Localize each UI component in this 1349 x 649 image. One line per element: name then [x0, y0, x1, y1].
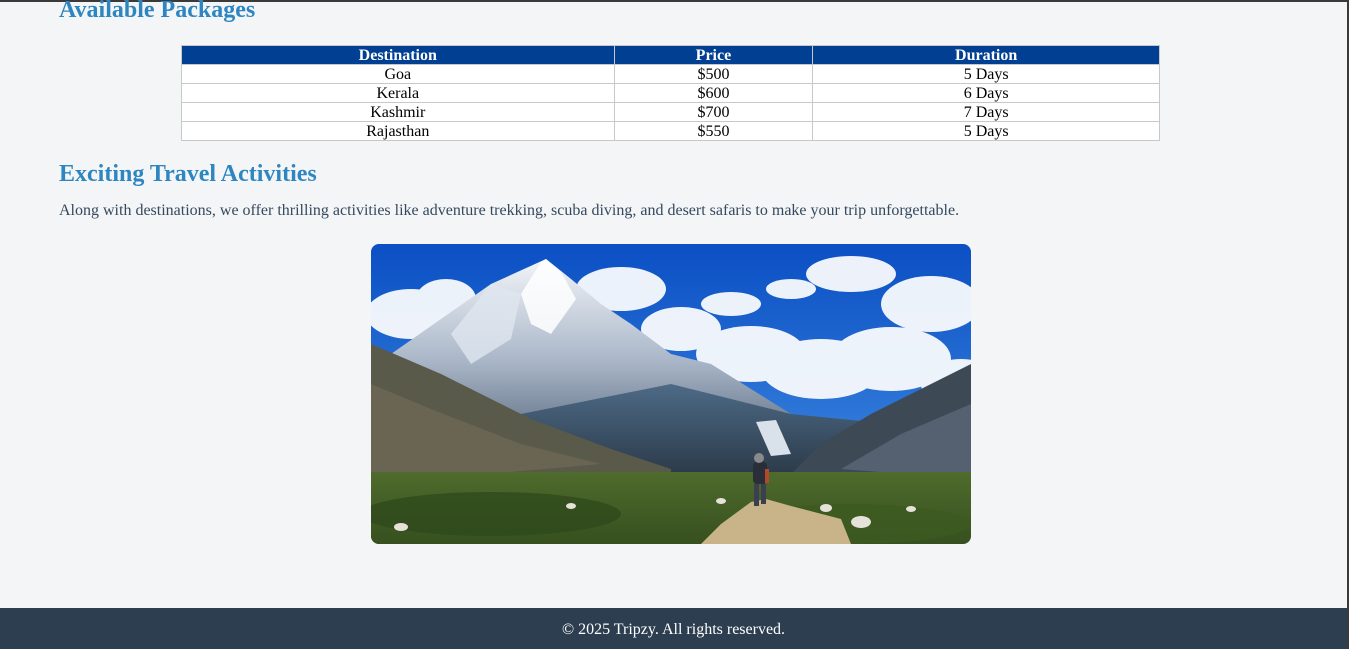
price-cell: $700 — [613, 102, 814, 122]
duration-cell: 6 Days — [812, 83, 1160, 103]
column-header-price: Price — [613, 45, 814, 65]
destination-cell: Goa — [181, 64, 615, 84]
packages-heading: Available Packages — [59, 0, 256, 23]
destination-cell: Rajasthan — [181, 121, 615, 141]
table-header-row: Destination Price Duration — [181, 45, 1160, 65]
copyright-text: © 2025 Tripzy. All rights reserved. — [561, 620, 786, 638]
destination-cell: Kerala — [181, 83, 615, 103]
site-footer: © 2025 Tripzy. All rights reserved. — [0, 608, 1347, 649]
price-cell: $600 — [613, 83, 814, 103]
column-header-destination: Destination — [181, 45, 615, 65]
destination-cell: Kashmir — [181, 102, 615, 122]
duration-cell: 5 Days — [812, 64, 1160, 84]
activities-heading: Exciting Travel Activities — [59, 161, 317, 187]
column-header-duration: Duration — [812, 45, 1160, 65]
price-cell: $550 — [613, 121, 814, 141]
table-row: Rajasthan $550 5 Days — [181, 121, 1160, 141]
duration-cell: 7 Days — [812, 102, 1160, 122]
table-row: Kerala $600 6 Days — [181, 83, 1160, 103]
mountain-trek-image — [371, 244, 971, 544]
table-row: Goa $500 5 Days — [181, 64, 1160, 84]
price-cell: $500 — [613, 64, 814, 84]
activities-description: Along with destinations, we offer thrill… — [59, 202, 960, 219]
table-row: Kashmir $700 7 Days — [181, 102, 1160, 122]
packages-table: Destination Price Duration Goa $500 5 Da… — [181, 45, 1160, 141]
duration-cell: 5 Days — [812, 121, 1160, 141]
